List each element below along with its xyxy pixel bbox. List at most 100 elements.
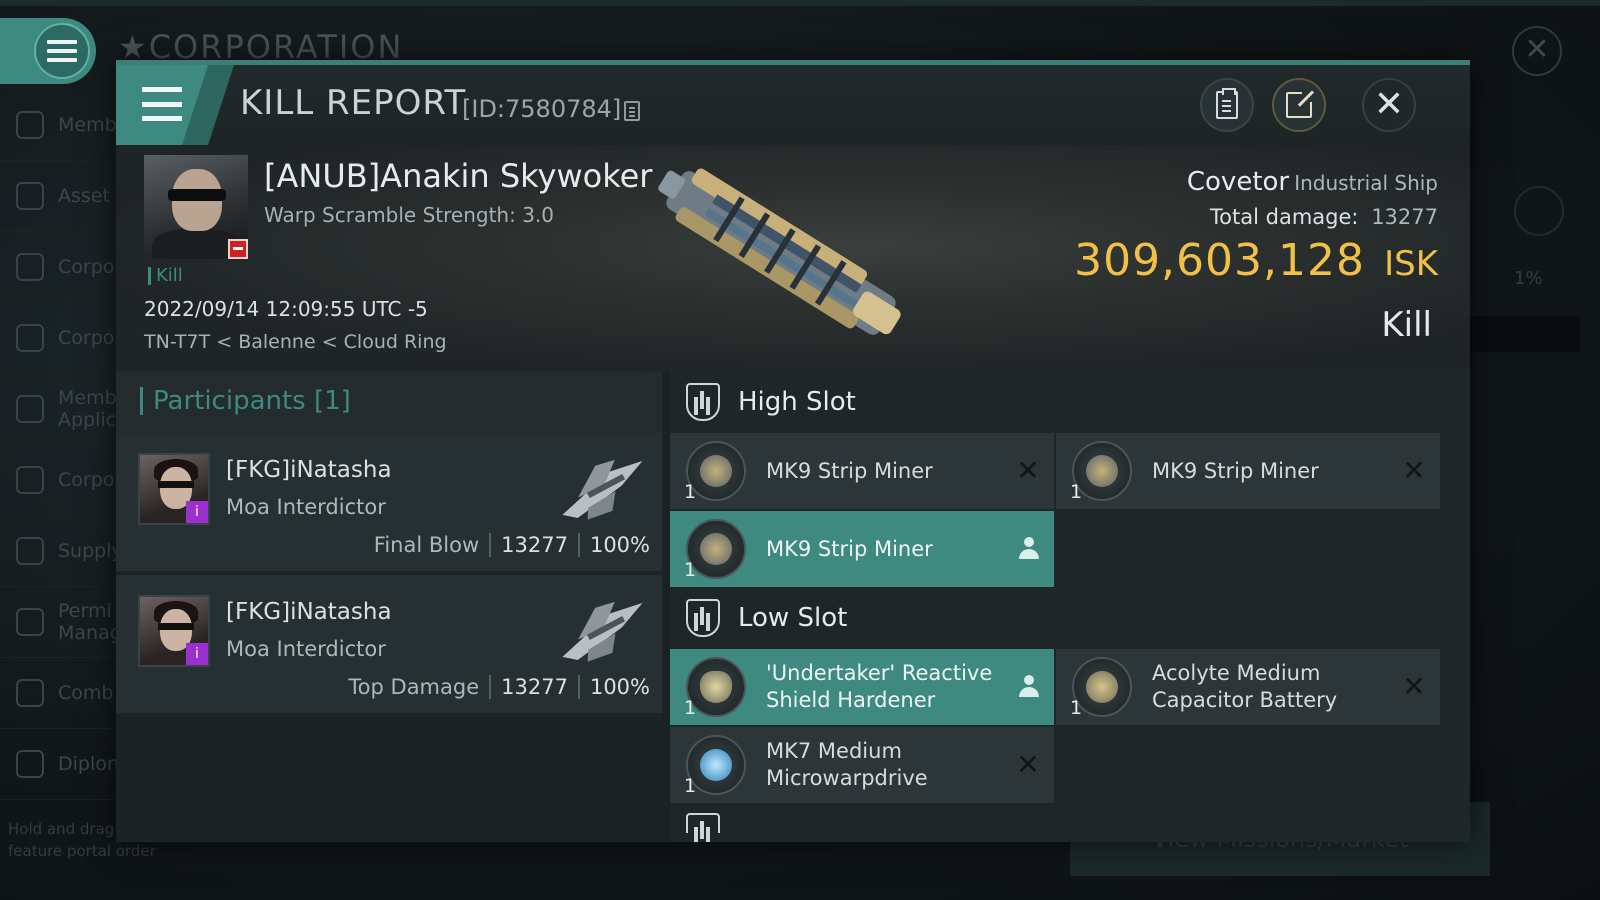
divider [489, 533, 492, 557]
chart-icon [16, 253, 44, 281]
module-item[interactable]: 1 MK7 Medium Microwarpdrive ✕ [670, 727, 1054, 803]
background-top-bar [0, 0, 1600, 6]
participant-name[interactable]: [FKG]iNatasha [226, 457, 392, 483]
participants-header: Participants [1] [116, 371, 662, 433]
high-slot-icon [686, 383, 720, 421]
fittings-panel: High Slot 1 MK9 Strip Miner ✕ 1 MK9 Stri… [670, 371, 1470, 842]
kill-location[interactable]: TN-T7T < Balenne < Cloud Ring [144, 331, 447, 353]
high-slot-label: High Slot [738, 387, 856, 417]
report-button[interactable] [1200, 78, 1254, 132]
isk-value: 309,603,128 [1074, 235, 1365, 286]
avatar-glasses [158, 481, 194, 488]
covetor-ship-image [658, 168, 901, 335]
participant-damage: 13277 [501, 675, 568, 699]
participant-stats: Final Blow 13277 100% [374, 533, 650, 557]
module-core [700, 749, 732, 781]
destroyed-icon: ✕ [1402, 670, 1426, 703]
background-close-icon[interactable]: ✕ [1512, 26, 1562, 76]
participants-panel: Participants [1] i [FKG]iNatasha Moa Int… [116, 371, 662, 842]
module-name: MK9 Strip Miner [1152, 458, 1319, 483]
module-quantity: 1 [1070, 481, 1083, 503]
next-slot-header [670, 803, 1470, 842]
window-menu-button[interactable] [116, 65, 236, 145]
divider [577, 533, 580, 557]
participant-damage: 13277 [501, 533, 568, 557]
module-quantity: 1 [684, 697, 697, 719]
dropped-pilot-icon [1018, 675, 1040, 699]
module-item[interactable]: 1 MK9 Strip Miner [670, 511, 1054, 587]
supply-icon [16, 537, 44, 565]
ship-name[interactable]: Covetor [1187, 167, 1289, 197]
pie-icon [16, 324, 44, 352]
hamburger-icon [142, 87, 182, 121]
members-icon [16, 111, 44, 139]
participant-ship: Moa Interdictor [226, 495, 386, 519]
page-title: KILL REPORT [240, 83, 467, 123]
module-quantity: 1 [1070, 697, 1083, 719]
victim-banner: [ANUB]Anakin Skywoker Warp Scramble Stre… [116, 145, 1470, 371]
total-damage-label: Total damage: [1209, 205, 1359, 229]
background-external-link-icon[interactable] [1514, 186, 1564, 236]
module-core [1086, 455, 1118, 487]
avatar-glasses [158, 623, 194, 630]
ship-class: Industrial Ship [1294, 171, 1438, 195]
avatar-glasses [168, 189, 226, 201]
divider [489, 675, 492, 699]
sidebar-item-corp-2[interactable]: Corpo [0, 303, 118, 374]
participant-row[interactable]: i [FKG]iNatasha Moa Interdictor Top Dama… [116, 575, 662, 715]
external-link-icon [1286, 88, 1316, 118]
module-name: MK9 Strip Miner [766, 536, 933, 561]
sidebar-item-diplomacy[interactable]: Diplon [0, 729, 119, 800]
warp-scramble-strength: Warp Scramble Strength: 3.0 [264, 203, 555, 227]
sidebar-item-member-applications[interactable]: Memb Applic [0, 374, 118, 445]
sidebar-item-corp-3[interactable]: Corpo [0, 445, 118, 516]
victim-name[interactable]: [ANUB]Anakin Skywoker [264, 157, 652, 195]
kill-result-label: Kill [1381, 305, 1432, 345]
assets-icon [16, 182, 44, 210]
sidebar-item-permissions[interactable]: Permi Manag [0, 587, 122, 658]
slot-icon [686, 813, 720, 839]
kill-report-window: KILL REPORT [ID:7580784] ✕ [ANUB]Anakin … [116, 60, 1470, 842]
module-item[interactable]: 1 MK9 Strip Miner ✕ [1056, 433, 1440, 509]
participants-title: Participants [1] [140, 387, 351, 415]
total-damage: Total damage: 13277 [1210, 205, 1438, 229]
module-quantity: 1 [684, 481, 697, 503]
participant-percent: 100% [589, 533, 650, 557]
sidebar-item-assets[interactable]: Asset [0, 161, 118, 232]
total-damage-value: 13277 [1371, 205, 1438, 229]
applicant-icon [16, 395, 44, 423]
participant-ship: Moa Interdictor [226, 637, 386, 661]
sidebar-item-corp-1[interactable]: Corpo [0, 232, 118, 303]
copy-icon[interactable] [624, 101, 640, 121]
destroyed-icon: ✕ [1016, 454, 1040, 487]
main-menu-button[interactable] [0, 18, 96, 84]
participant-row[interactable]: i [FKG]iNatasha Moa Interdictor Final Bl… [116, 433, 662, 573]
isk-unit: ISK [1384, 244, 1438, 284]
destroyed-icon: ✕ [1016, 748, 1040, 781]
module-name: Acolyte Medium Capacitor Battery [1152, 661, 1338, 712]
module-core [700, 455, 732, 487]
sidebar-item-supply[interactable]: Supply [0, 516, 123, 587]
sidebar-item-combat[interactable]: Comb [0, 658, 118, 729]
document-icon [16, 466, 44, 494]
destroyed-icon: ✕ [1402, 454, 1426, 487]
loss-badge-icon [228, 239, 248, 259]
pilot-badge-icon: i [186, 643, 208, 665]
module-core [1086, 671, 1118, 703]
sidebar-item-members[interactable]: Memb [0, 90, 118, 161]
module-name: 'Undertaker' Reactive Shield Hardener [766, 661, 993, 712]
module-item[interactable]: 1 MK9 Strip Miner ✕ [670, 433, 1054, 509]
report-id: [ID:7580784] [462, 95, 622, 123]
close-button[interactable]: ✕ [1362, 78, 1416, 132]
background-bar [1470, 316, 1580, 352]
isk-value-line: 309,603,128 ISK [1074, 235, 1438, 286]
share-button[interactable] [1272, 78, 1326, 132]
background-percent: 1% [1514, 268, 1543, 289]
module-item[interactable]: 1 'Undertaker' Reactive Shield Hardener [670, 649, 1054, 725]
moa-ship-image [562, 459, 643, 520]
participant-stats: Top Damage 13277 100% [348, 675, 650, 699]
ship-type: Covetor Industrial Ship [1187, 167, 1438, 197]
participant-name[interactable]: [FKG]iNatasha [226, 599, 392, 625]
kill-timestamp: 2022/09/14 12:09:55 UTC -5 [144, 297, 428, 321]
module-item[interactable]: 1 Acolyte Medium Capacitor Battery ✕ [1056, 649, 1440, 725]
